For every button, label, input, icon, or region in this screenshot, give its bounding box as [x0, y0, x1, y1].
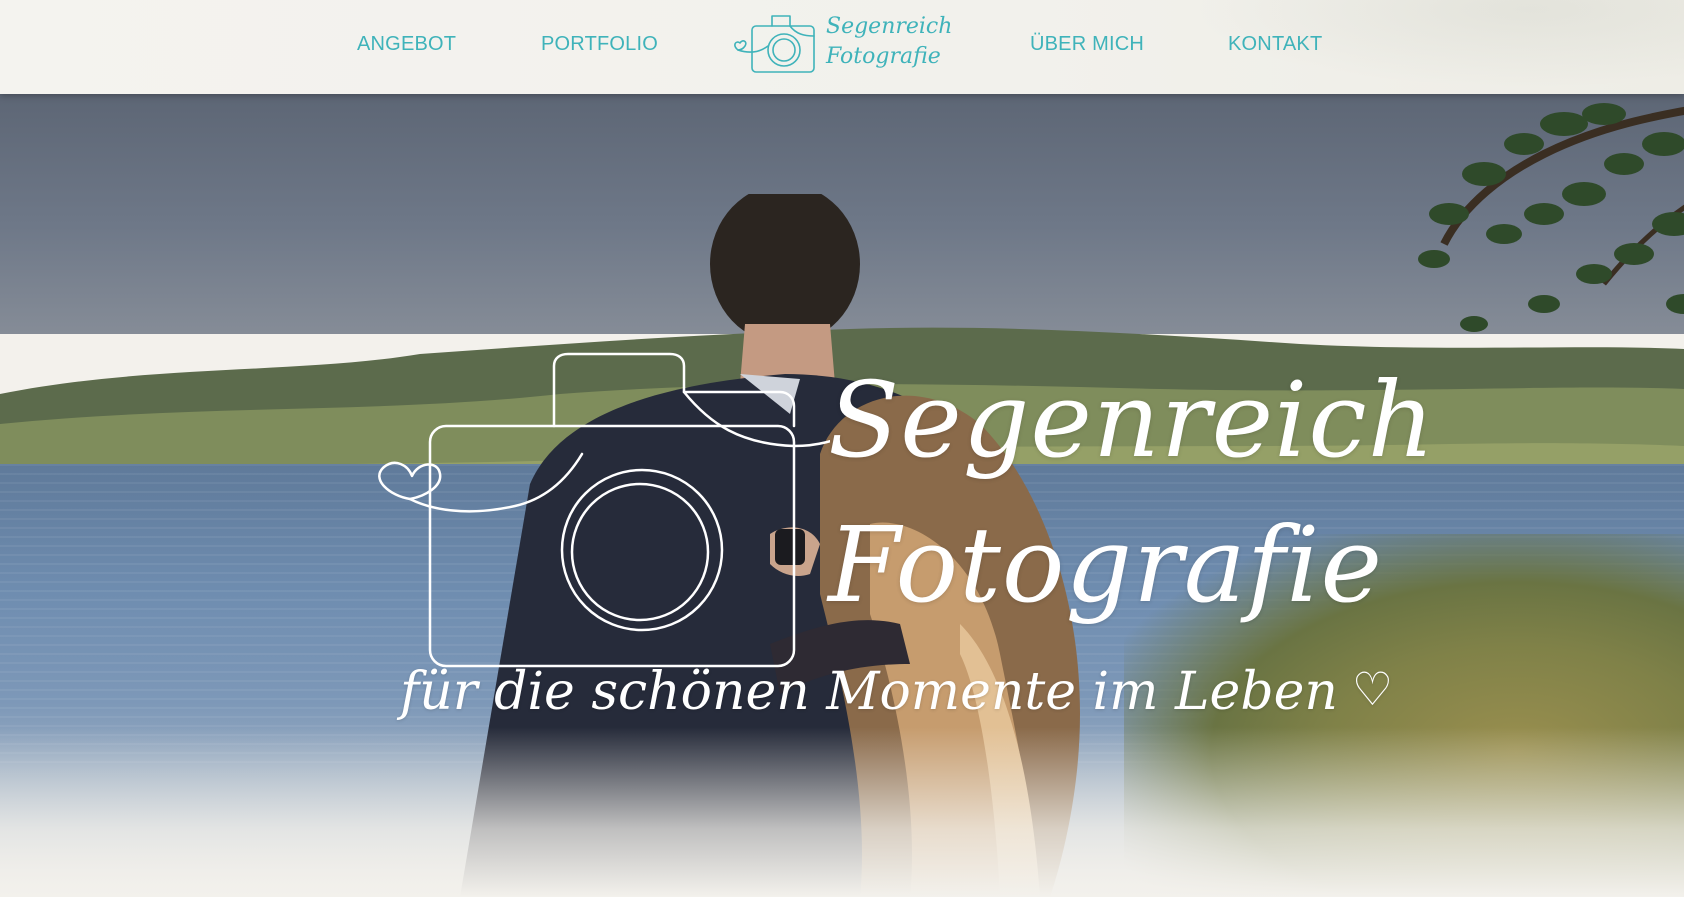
nav-link-portfolio[interactable]: PORTFOLIO [541, 33, 658, 56]
nav-logo-line2: Fotografie [826, 44, 941, 69]
hero-bottom-fade [0, 727, 1684, 897]
page: ANGEBOT PORTFOLIO Segenreich Fotografie … [0, 0, 1684, 897]
nav-logo-line1: Segenreich [826, 14, 953, 39]
hero-tagline-text: für die schönen Momente im Leben [400, 662, 1338, 722]
hero-logo: Segenreich Fotografie [350, 274, 1435, 674]
hero-title-line1: Segenreich [828, 359, 1436, 481]
heart-icon: ♡ [1351, 662, 1394, 716]
hero-tagline: für die schönen Momente im Leben ♡ [400, 662, 1393, 722]
top-navigation: ANGEBOT PORTFOLIO Segenreich Fotografie … [0, 0, 1684, 94]
hero-section: Segenreich Fotografie für die schönen Mo… [0, 94, 1684, 897]
camera-heart-icon [734, 15, 815, 73]
nav-logo-text: Segenreich Fotografie [826, 12, 952, 72]
nav-link-angebot[interactable]: ANGEBOT [357, 33, 456, 56]
nav-logo[interactable]: Segenreich Fotografie [734, 6, 952, 86]
hero-title-line2: Fotografie [828, 504, 1384, 626]
nav-link-kontakt[interactable]: KONTAKT [1228, 33, 1322, 56]
nav-link-ueber-mich[interactable]: ÜBER MICH [1030, 33, 1144, 56]
camera-heart-icon [378, 352, 830, 668]
